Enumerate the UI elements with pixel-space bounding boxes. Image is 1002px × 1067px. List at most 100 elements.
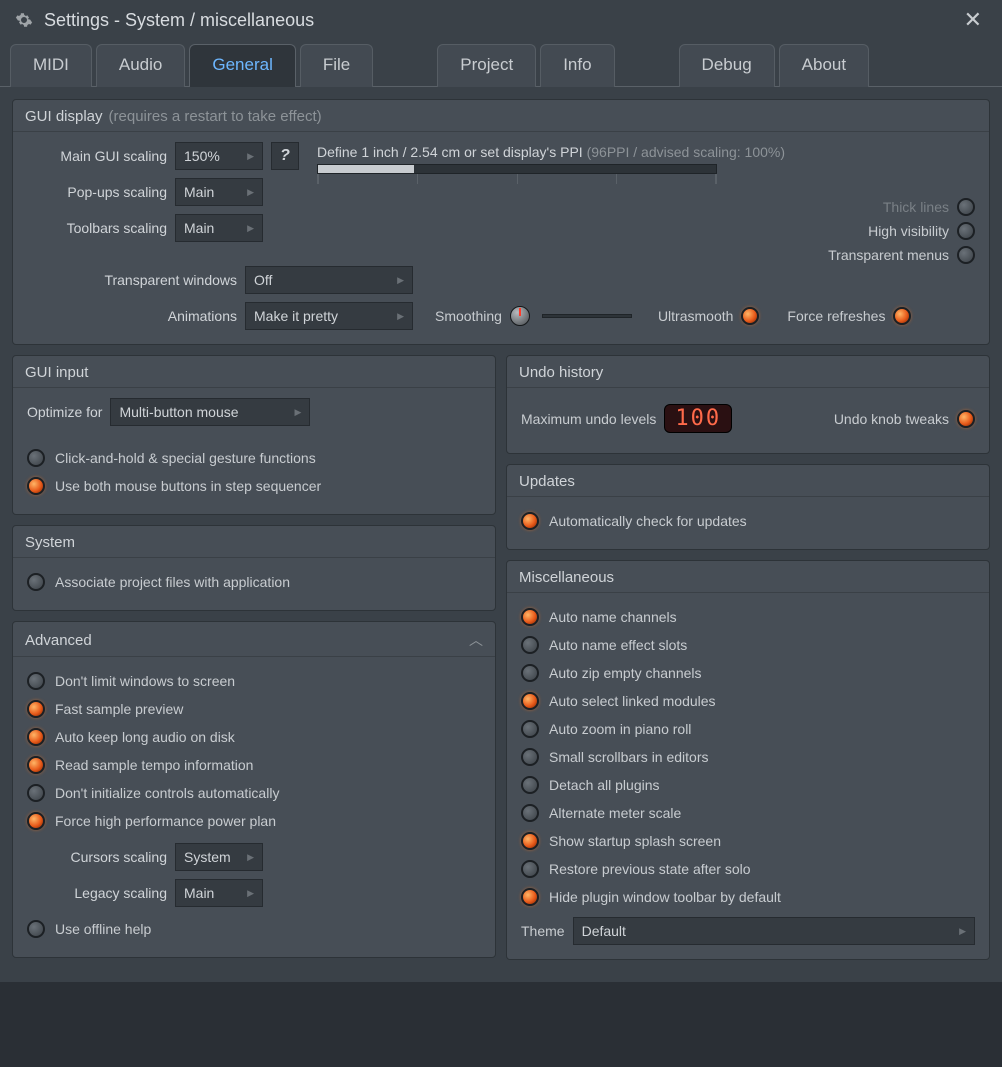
panel-hint-gui-display: (requires a restart to take effect) [109, 108, 322, 125]
main-scaling-help[interactable]: ? [271, 142, 299, 170]
auto-name-effect-toggle[interactable] [521, 636, 539, 654]
detach-plugins-option[interactable]: Detach all plugins [521, 771, 975, 799]
offline-help-toggle[interactable] [27, 920, 45, 938]
alternate-meter-toggle[interactable] [521, 804, 539, 822]
panel-system: System Associate project files with appl… [12, 525, 496, 611]
offline-help-option[interactable]: Use offline help [27, 915, 481, 943]
high-visibility-toggle[interactable] [957, 222, 975, 240]
auto-name-effect-option[interactable]: Auto name effect slots [521, 631, 975, 659]
restore-solo-option[interactable]: Restore previous state after solo [521, 855, 975, 883]
force-power-option[interactable]: Force high performance power plan [27, 807, 481, 835]
use-both-toggle[interactable] [27, 477, 45, 495]
undo-knob-toggle[interactable] [957, 410, 975, 428]
panel-gui-display: GUI display (requires a restart to take … [12, 99, 990, 345]
popups-scaling-dropdown[interactable]: Main▶ [175, 178, 263, 206]
auto-zoom-toggle[interactable] [521, 720, 539, 738]
tab-midi[interactable]: MIDI [10, 44, 92, 87]
tab-project[interactable]: Project [437, 44, 536, 87]
force-refreshes-toggle[interactable] [893, 307, 911, 325]
tabbar: MIDI Audio General File Project Info Deb… [0, 40, 1002, 86]
panel-updates: Updates Automatically check for updates [506, 464, 990, 550]
panel-gui-input: GUI input Optimize for Multi-button mous… [12, 355, 496, 515]
window-title: Settings - System / miscellaneous [44, 10, 958, 31]
ultrasmooth-toggle[interactable] [741, 307, 759, 325]
force-power-toggle[interactable] [27, 812, 45, 830]
auto-zip-toggle[interactable] [521, 664, 539, 682]
theme-label: Theme [521, 923, 565, 939]
ultrasmooth-label: Ultrasmooth [658, 308, 733, 324]
thick-lines-label: Thick lines [883, 199, 949, 215]
advanced-collapse-icon[interactable]: ︿ [469, 630, 483, 650]
high-visibility-label: High visibility [868, 223, 949, 239]
max-undo-value[interactable]: 100 [664, 404, 732, 433]
auto-check-option[interactable]: Automatically check for updates [521, 507, 975, 535]
toolbars-scaling-dropdown[interactable]: Main▶ [175, 214, 263, 242]
auto-zoom-option[interactable]: Auto zoom in piano roll [521, 715, 975, 743]
dont-init-option[interactable]: Don't initialize controls automatically [27, 779, 481, 807]
panel-title-misc: Miscellaneous [519, 569, 614, 586]
cursors-scaling-label: Cursors scaling [27, 849, 167, 865]
panel-misc: Miscellaneous Auto name channels Auto na… [506, 560, 990, 960]
dont-init-toggle[interactable] [27, 784, 45, 802]
click-hold-toggle[interactable] [27, 449, 45, 467]
thick-lines-toggle[interactable] [957, 198, 975, 216]
tab-info[interactable]: Info [540, 44, 614, 87]
smoothing-knob[interactable] [510, 306, 530, 326]
panel-title-advanced: Advanced [25, 632, 92, 649]
small-scrollbars-toggle[interactable] [521, 748, 539, 766]
read-tempo-option[interactable]: Read sample tempo information [27, 751, 481, 779]
auto-select-linked-toggle[interactable] [521, 692, 539, 710]
hide-toolbar-toggle[interactable] [521, 888, 539, 906]
dont-limit-option[interactable]: Don't limit windows to screen [27, 667, 481, 695]
smoothing-track[interactable] [542, 314, 632, 318]
legacy-scaling-dropdown[interactable]: Main▶ [175, 879, 263, 907]
transparent-windows-dropdown[interactable]: Off▶ [245, 266, 413, 294]
ppi-slider[interactable] [317, 164, 717, 174]
tab-general[interactable]: General [189, 44, 295, 87]
transparent-menus-toggle[interactable] [957, 246, 975, 264]
panel-title-gui-display: GUI display [25, 108, 103, 125]
alternate-meter-option[interactable]: Alternate meter scale [521, 799, 975, 827]
show-splash-toggle[interactable] [521, 832, 539, 850]
auto-select-linked-option[interactable]: Auto select linked modules [521, 687, 975, 715]
smoothing-label: Smoothing [435, 308, 502, 324]
animations-dropdown[interactable]: Make it pretty▶ [245, 302, 413, 330]
fast-sample-option[interactable]: Fast sample preview [27, 695, 481, 723]
auto-check-toggle[interactable] [521, 512, 539, 530]
auto-keep-option[interactable]: Auto keep long audio on disk [27, 723, 481, 751]
detach-plugins-toggle[interactable] [521, 776, 539, 794]
titlebar: Settings - System / miscellaneous ✕ [0, 0, 1002, 40]
associate-option[interactable]: Associate project files with application [27, 568, 481, 596]
animations-label: Animations [27, 308, 237, 324]
panel-advanced: Advanced ︿ Don't limit windows to screen… [12, 621, 496, 958]
main-scaling-label: Main GUI scaling [27, 148, 167, 164]
auto-keep-toggle[interactable] [27, 728, 45, 746]
associate-toggle[interactable] [27, 573, 45, 591]
hide-toolbar-option[interactable]: Hide plugin window toolbar by default [521, 883, 975, 911]
close-button[interactable]: ✕ [958, 7, 988, 33]
auto-zip-option[interactable]: Auto zip empty channels [521, 659, 975, 687]
show-splash-option[interactable]: Show startup splash screen [521, 827, 975, 855]
tab-about[interactable]: About [779, 44, 869, 87]
panel-title-updates: Updates [519, 473, 575, 490]
small-scrollbars-option[interactable]: Small scrollbars in editors [521, 743, 975, 771]
popups-scaling-label: Pop-ups scaling [27, 184, 167, 200]
optimize-dropdown[interactable]: Multi-button mouse▶ [110, 398, 310, 426]
transparent-menus-label: Transparent menus [828, 247, 949, 263]
use-both-option[interactable]: Use both mouse buttons in step sequencer [27, 472, 481, 500]
restore-solo-toggle[interactable] [521, 860, 539, 878]
panel-title-undo: Undo history [519, 364, 603, 381]
toolbars-scaling-label: Toolbars scaling [27, 220, 167, 236]
main-scaling-dropdown[interactable]: 150%▶ [175, 142, 263, 170]
click-hold-option[interactable]: Click-and-hold & special gesture functio… [27, 444, 481, 472]
tab-debug[interactable]: Debug [679, 44, 775, 87]
fast-sample-toggle[interactable] [27, 700, 45, 718]
auto-name-channels-toggle[interactable] [521, 608, 539, 626]
theme-dropdown[interactable]: Default▶ [573, 917, 975, 945]
auto-name-channels-option[interactable]: Auto name channels [521, 603, 975, 631]
tab-file[interactable]: File [300, 44, 373, 87]
cursors-scaling-dropdown[interactable]: System▶ [175, 843, 263, 871]
read-tempo-toggle[interactable] [27, 756, 45, 774]
dont-limit-toggle[interactable] [27, 672, 45, 690]
tab-audio[interactable]: Audio [96, 44, 185, 87]
